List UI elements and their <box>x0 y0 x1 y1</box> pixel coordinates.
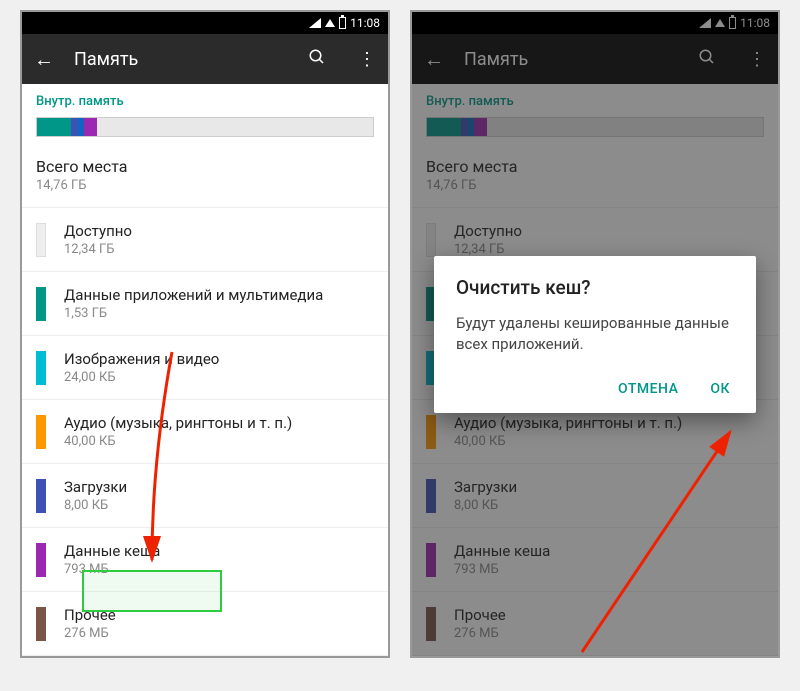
search-icon[interactable] <box>308 48 326 71</box>
item-title: Доступно <box>64 222 374 240</box>
storage-segment <box>71 118 78 136</box>
storage-segment <box>77 118 84 136</box>
app-title: Память <box>74 49 276 70</box>
more-icon[interactable]: ⋮ <box>358 49 376 70</box>
phone-right: 11:08 ← Память ⋮ Внутр. память Всего мес… <box>410 10 780 658</box>
clear-cache-dialog: Очистить кеш? Будут удалены кешированные… <box>434 256 756 413</box>
storage-item[interactable]: Доступно 12,34 ГБ <box>22 208 388 272</box>
total-value: 14,76 ГБ <box>36 178 374 193</box>
item-title: Данные приложений и мультимедиа <box>64 286 374 304</box>
color-swatch <box>36 415 46 449</box>
signal-icon <box>309 18 321 28</box>
storage-item[interactable]: Изображения и видео 24,00 КБ <box>22 336 388 400</box>
storage-item[interactable]: Аудио (музыка, рингтоны и т. п.) 40,00 КБ <box>22 400 388 464</box>
item-title: Изображения и видео <box>64 350 374 368</box>
item-size: 1,53 ГБ <box>64 306 374 321</box>
item-size: 12,34 ГБ <box>64 242 374 257</box>
app-bar: ← Память ⋮ <box>22 34 388 84</box>
item-size: 8,00 КБ <box>64 498 374 513</box>
dialog-title: Очистить кеш? <box>456 276 734 299</box>
storage-item[interactable]: Данные кеша 793 МБ <box>22 528 388 592</box>
status-bar: 11:08 <box>22 12 388 34</box>
dialog-actions: ОТМЕНА ОК <box>456 375 734 403</box>
storage-segment <box>84 118 97 136</box>
color-swatch <box>36 543 46 577</box>
battery-icon <box>339 17 346 29</box>
phone-left: 11:08 ← Память ⋮ Внутр. память Всего мес… <box>20 10 390 658</box>
back-icon[interactable]: ← <box>34 47 54 72</box>
storage-segment <box>97 118 373 136</box>
item-size: 40,00 КБ <box>64 434 374 449</box>
color-swatch <box>36 607 46 641</box>
color-swatch <box>36 479 46 513</box>
section-header: Внутр. память <box>22 84 388 113</box>
item-title: Загрузки <box>64 478 374 496</box>
item-size: 276 МБ <box>64 626 374 641</box>
color-swatch <box>36 351 46 385</box>
color-swatch <box>36 223 46 257</box>
ok-button[interactable]: ОК <box>706 375 734 403</box>
dialog-body: Будут удалены кешированные данные всех п… <box>456 313 734 355</box>
item-title: Прочее <box>64 606 374 624</box>
item-title: Данные кеша <box>64 542 374 560</box>
total-label: Всего места <box>36 157 374 176</box>
cancel-button[interactable]: ОТМЕНА <box>614 375 682 403</box>
item-size: 24,00 КБ <box>64 370 374 385</box>
color-swatch <box>36 287 46 321</box>
storage-segment <box>37 118 71 136</box>
item-title: Аудио (музыка, рингтоны и т. п.) <box>64 414 374 432</box>
storage-bar <box>36 117 374 137</box>
storage-item[interactable]: Прочее 276 МБ <box>22 592 388 656</box>
clock: 11:08 <box>350 16 380 30</box>
storage-item[interactable]: Загрузки 8,00 КБ <box>22 464 388 528</box>
total-block: Всего места 14,76 ГБ <box>22 151 388 208</box>
wifi-icon <box>325 19 335 27</box>
storage-item[interactable]: Данные приложений и мультимедиа 1,53 ГБ <box>22 272 388 336</box>
item-size: 793 МБ <box>64 562 374 577</box>
dialog-scrim[interactable]: Очистить кеш? Будут удалены кешированные… <box>412 12 778 656</box>
